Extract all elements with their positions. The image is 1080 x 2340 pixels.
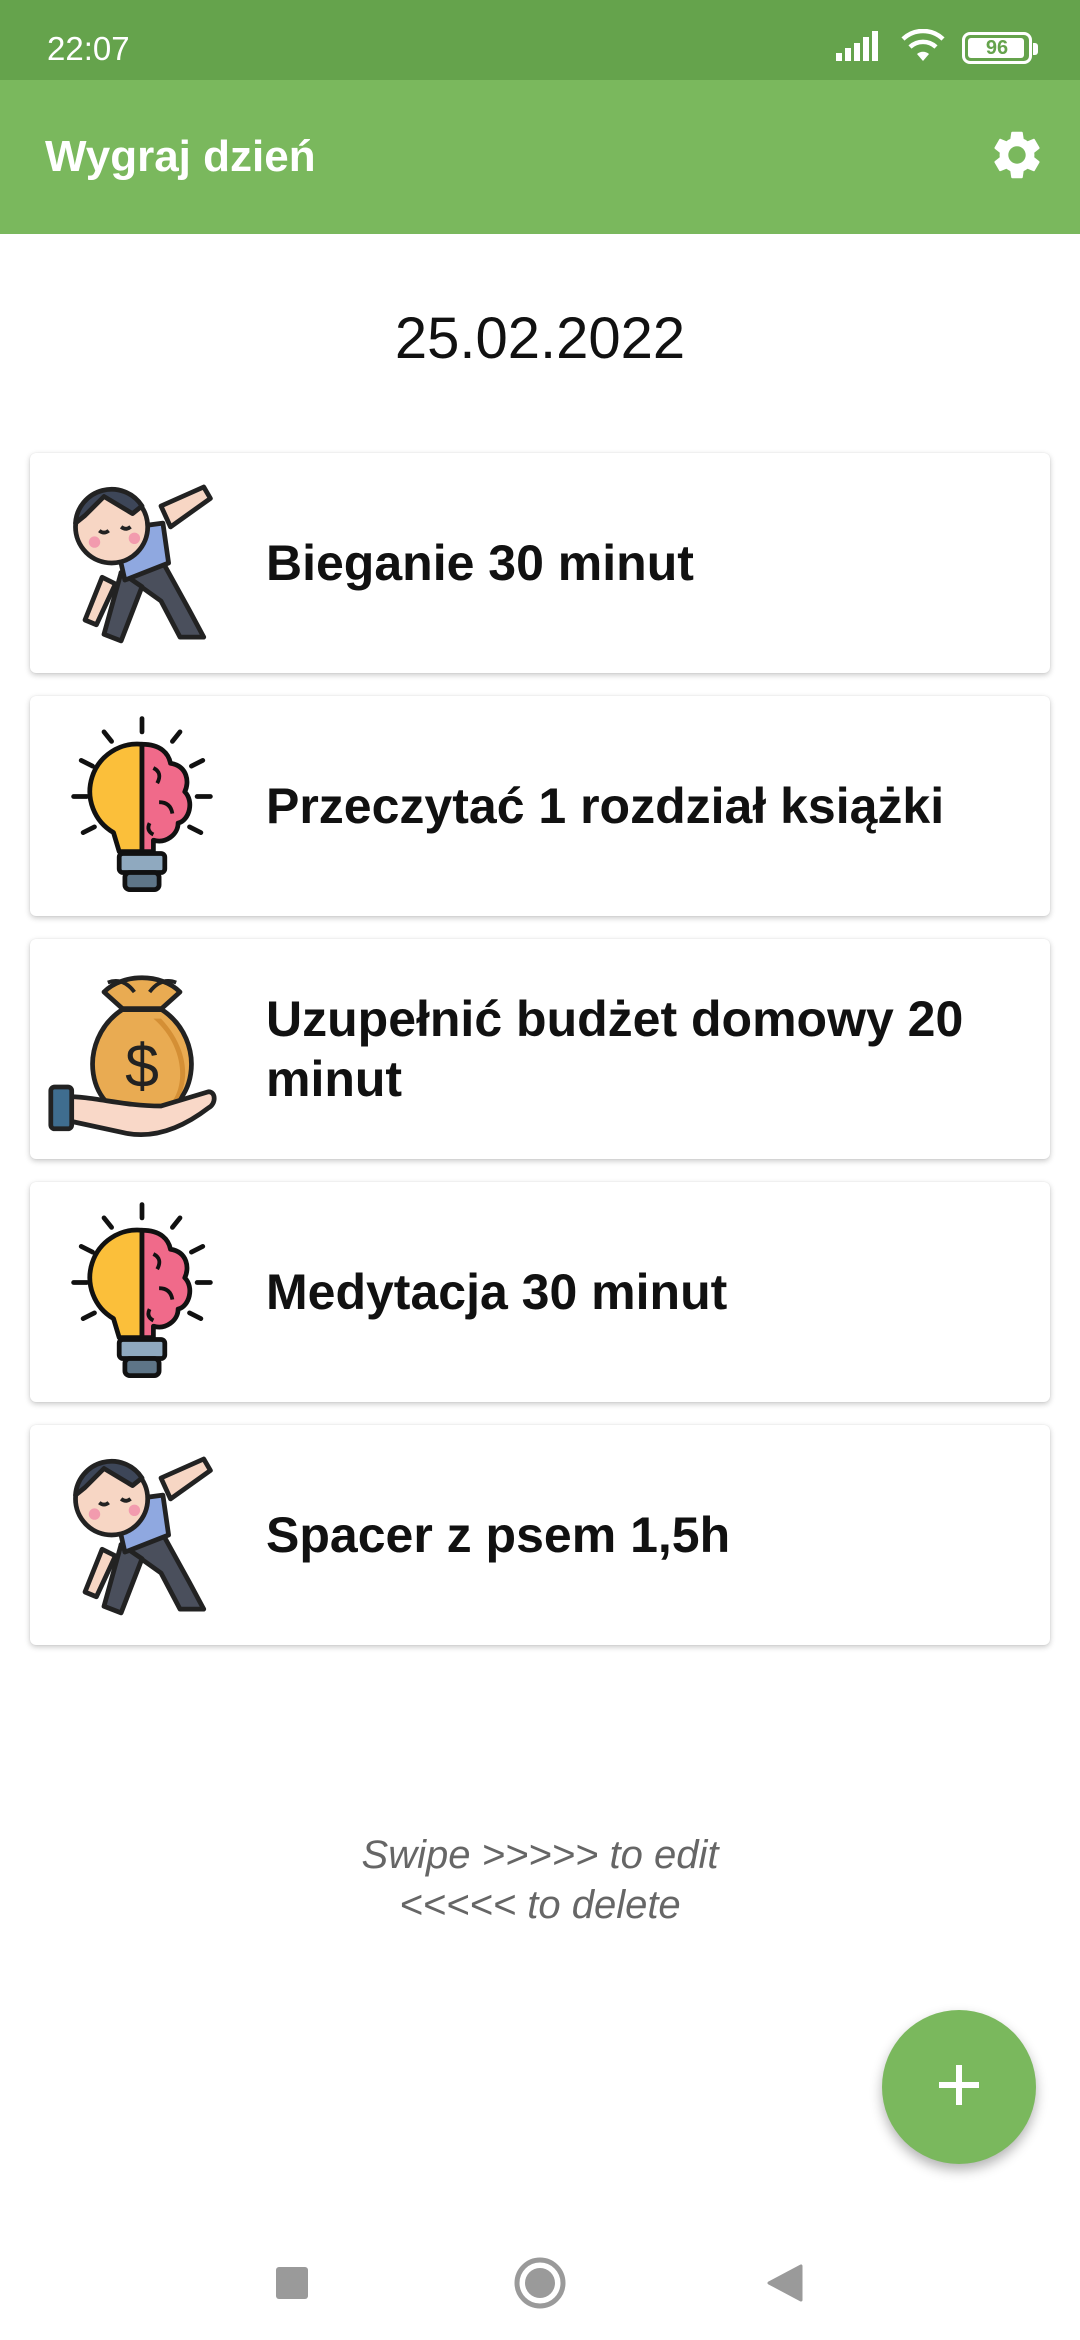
task-list: Bieganie 30 minut Przeczytać 1 rozdział … <box>30 453 1050 1668</box>
status-bar: 22:07 96 <box>0 0 1080 80</box>
recents-button[interactable] <box>257 2250 327 2320</box>
back-button[interactable] <box>750 2250 820 2320</box>
task-card[interactable]: Bieganie 30 minut <box>30 453 1050 673</box>
status-time: 22:07 <box>47 30 130 67</box>
battery-level: 96 <box>985 36 1009 59</box>
app-bar: Wygraj dzień <box>0 80 1080 234</box>
system-nav-bar <box>0 2230 1080 2340</box>
circle-icon <box>513 2256 567 2315</box>
exercise-icon <box>42 1435 242 1635</box>
gear-icon <box>988 126 1046 189</box>
brain-bulb-icon <box>42 706 242 906</box>
brain-bulb-icon <box>42 1192 242 1392</box>
battery-icon: 96 <box>962 32 1038 64</box>
task-label: Medytacja 30 minut <box>266 1264 728 1320</box>
task-label: Spacer z psem 1,5h <box>266 1507 731 1563</box>
money-bag-icon: $ <box>42 949 242 1149</box>
task-card[interactable]: Medytacja 30 minut <box>30 1182 1050 1402</box>
task-card[interactable]: $ Uzupełnić budżet domowy 20 minut <box>30 939 1050 1159</box>
settings-button[interactable] <box>984 124 1050 190</box>
task-label: Bieganie 30 minut <box>266 535 694 591</box>
svg-text:$: $ <box>125 1032 159 1100</box>
swipe-hint-delete: <<<<< to delete <box>399 1883 681 1927</box>
signal-icon <box>836 30 884 66</box>
home-button[interactable] <box>505 2250 575 2320</box>
task-card[interactable]: Przeczytać 1 rozdział książki <box>30 696 1050 916</box>
plus-icon <box>935 2061 983 2114</box>
swipe-hint: Swipe >>>>> to edit <<<<< to delete <box>0 1830 1080 1930</box>
triangle-back-icon <box>765 2263 805 2308</box>
task-label: Przeczytać 1 rozdział książki <box>266 778 945 834</box>
task-card[interactable]: Spacer z psem 1,5h <box>30 1425 1050 1645</box>
add-task-button[interactable] <box>882 2010 1036 2164</box>
status-icons: 96 <box>836 28 1038 68</box>
app-title: Wygraj dzień <box>45 132 316 181</box>
exercise-icon <box>42 463 242 663</box>
square-icon <box>274 2265 310 2306</box>
swipe-hint-edit: Swipe >>>>> to edit <box>361 1833 719 1877</box>
task-label: Uzupełnić budżet domowy 20 minut <box>266 991 964 1107</box>
wifi-icon <box>900 28 946 68</box>
date-label: 25.02.2022 <box>394 306 686 371</box>
